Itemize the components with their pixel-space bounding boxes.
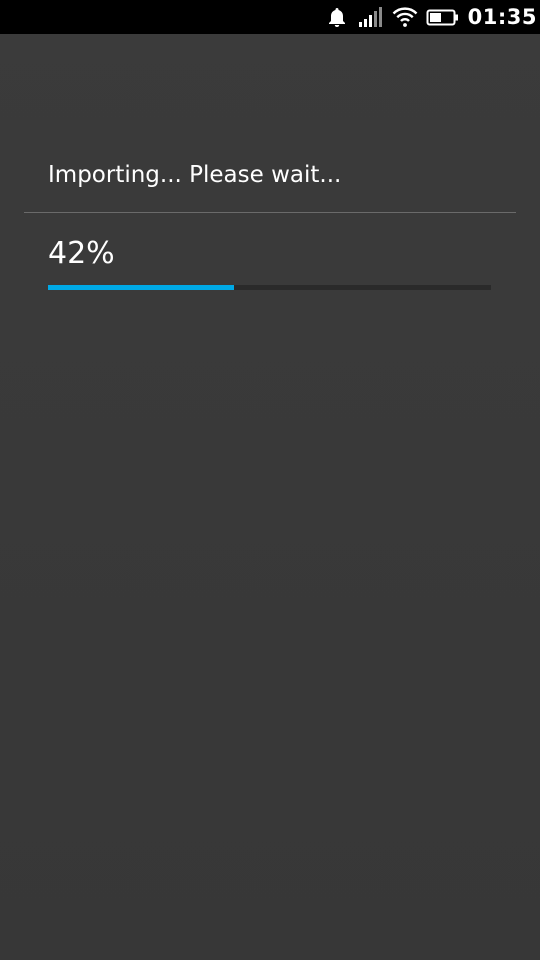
battery-icon <box>426 6 460 28</box>
progress-percentage: 42% <box>48 236 115 271</box>
signal-icon <box>358 6 382 28</box>
import-screen: 01:35 Importing... Please wait... 42% <box>0 0 540 960</box>
status-bar: 01:35 <box>0 0 540 34</box>
wifi-icon <box>392 6 418 28</box>
progress-bar-fill <box>48 285 235 290</box>
bell-icon <box>326 6 348 28</box>
divider <box>24 212 516 213</box>
progress-bar <box>48 285 491 290</box>
import-status-text: Importing... Please wait... <box>48 162 342 188</box>
status-time: 01:35 <box>467 5 537 29</box>
status-icons: 01:35 <box>326 0 540 34</box>
